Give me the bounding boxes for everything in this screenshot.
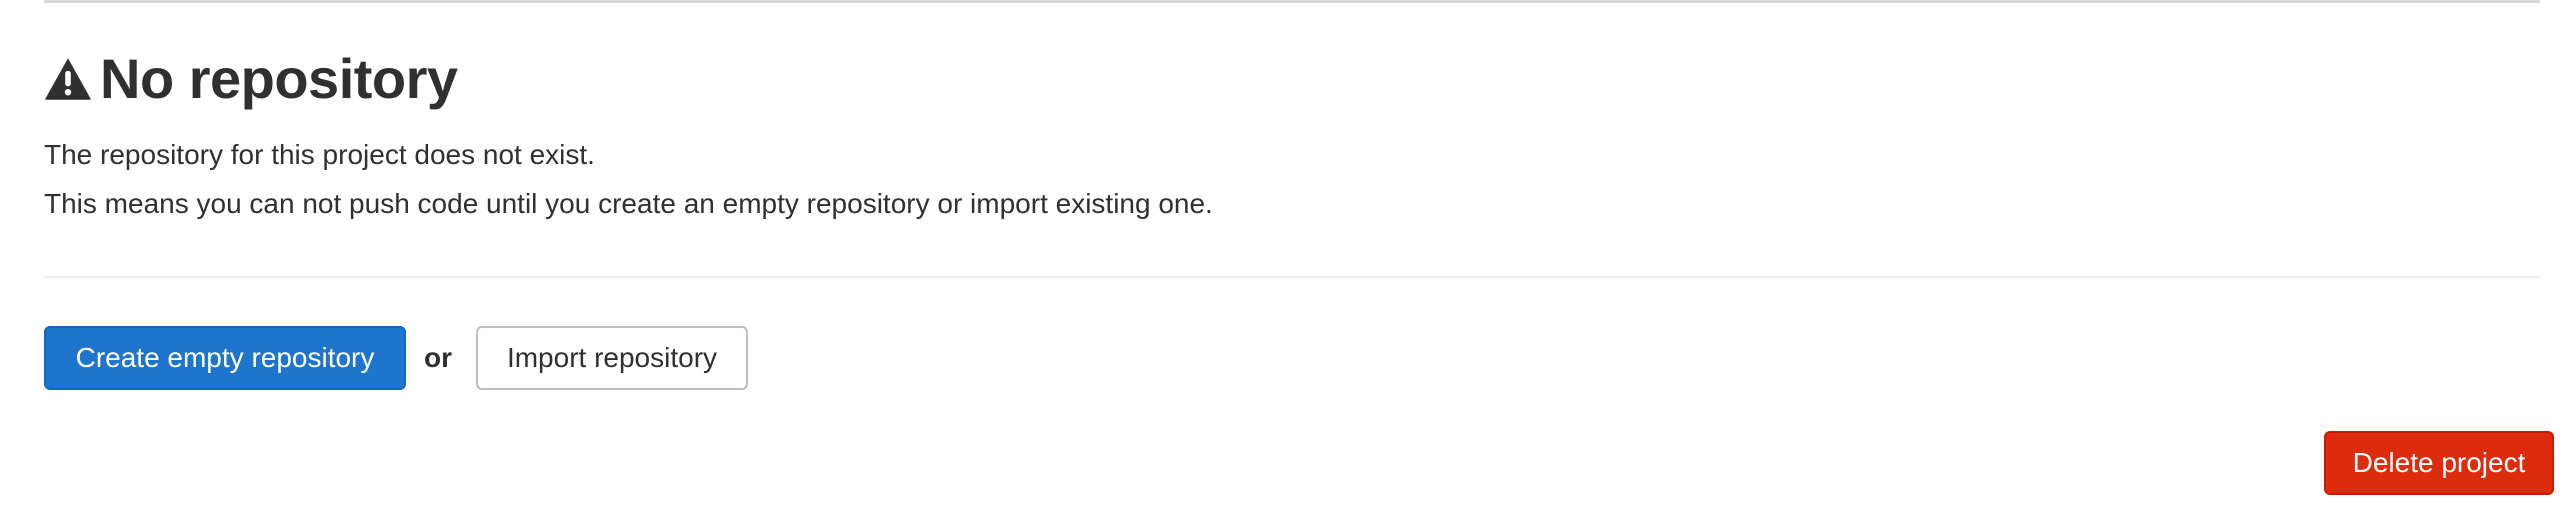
- page-title-text: No repository: [100, 47, 458, 110]
- description-line-2: This means you can not push code until y…: [44, 188, 1213, 219]
- section-divider: [44, 276, 2540, 278]
- description-line-1: The repository for this project does not…: [44, 139, 595, 170]
- or-separator: or: [424, 342, 452, 373]
- warning-icon: [44, 55, 92, 103]
- create-empty-repository-button[interactable]: Create empty repository: [44, 326, 406, 390]
- delete-project-button[interactable]: Delete project: [2324, 431, 2554, 495]
- import-repository-button[interactable]: Import repository: [476, 326, 748, 390]
- top-divider: [44, 0, 2540, 3]
- page-title: No repository: [44, 44, 458, 114]
